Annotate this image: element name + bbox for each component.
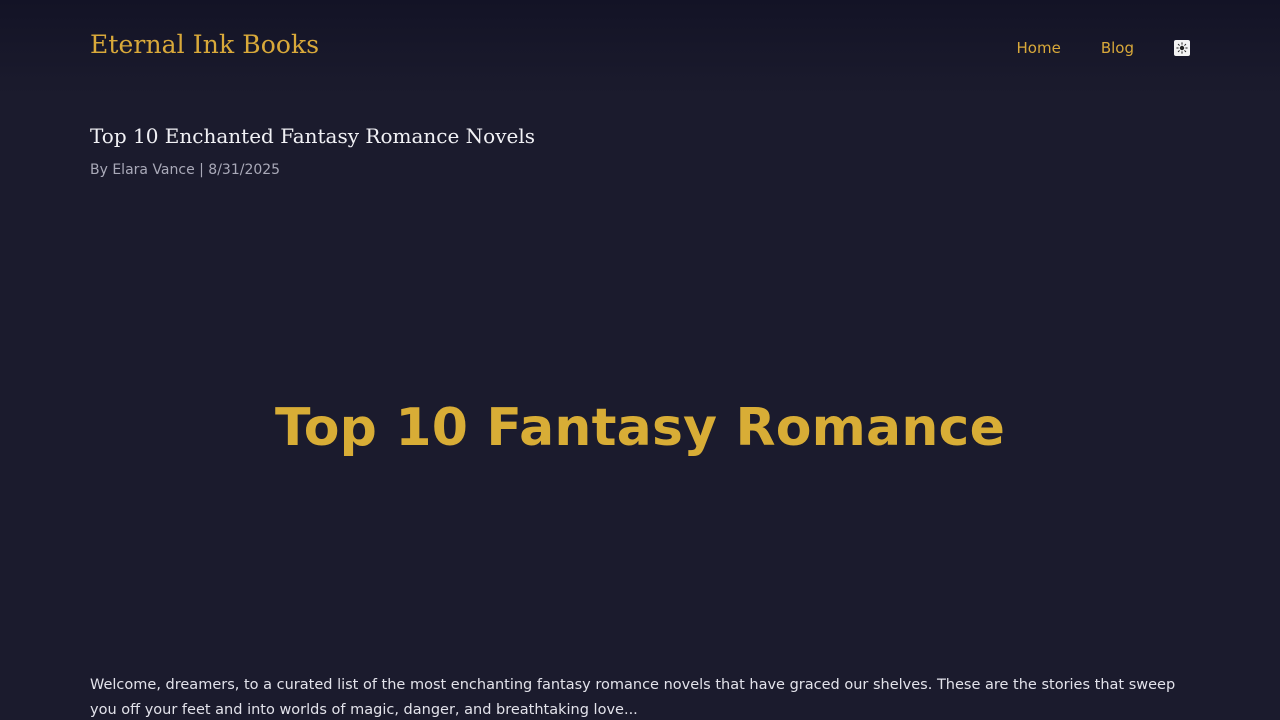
nav-blog-link[interactable]: Blog	[1101, 39, 1134, 57]
page: Eternal Ink Books Home Blog Top 10 Encha…	[0, 0, 1280, 720]
site-title[interactable]: Eternal Ink Books	[90, 30, 319, 59]
nav-home-link[interactable]: Home	[1017, 39, 1061, 57]
post-title: Top 10 Enchanted Fantasy Romance Novels	[90, 124, 535, 148]
hero-image-text: Top 10 Fantasy Romance	[274, 397, 1006, 458]
main-nav: Home Blog	[1017, 38, 1190, 58]
post-byline: By Elara Vance | 8/31/2025	[90, 162, 281, 178]
hero-image: Top 10 Fantasy Romance	[90, 205, 1190, 650]
site-header: Eternal Ink Books Home Blog	[90, 0, 1190, 95]
sun-icon	[1176, 42, 1188, 54]
theme-toggle-button[interactable]	[1174, 40, 1190, 56]
post-intro: Welcome, dreamers, to a curated list of …	[90, 677, 1176, 718]
